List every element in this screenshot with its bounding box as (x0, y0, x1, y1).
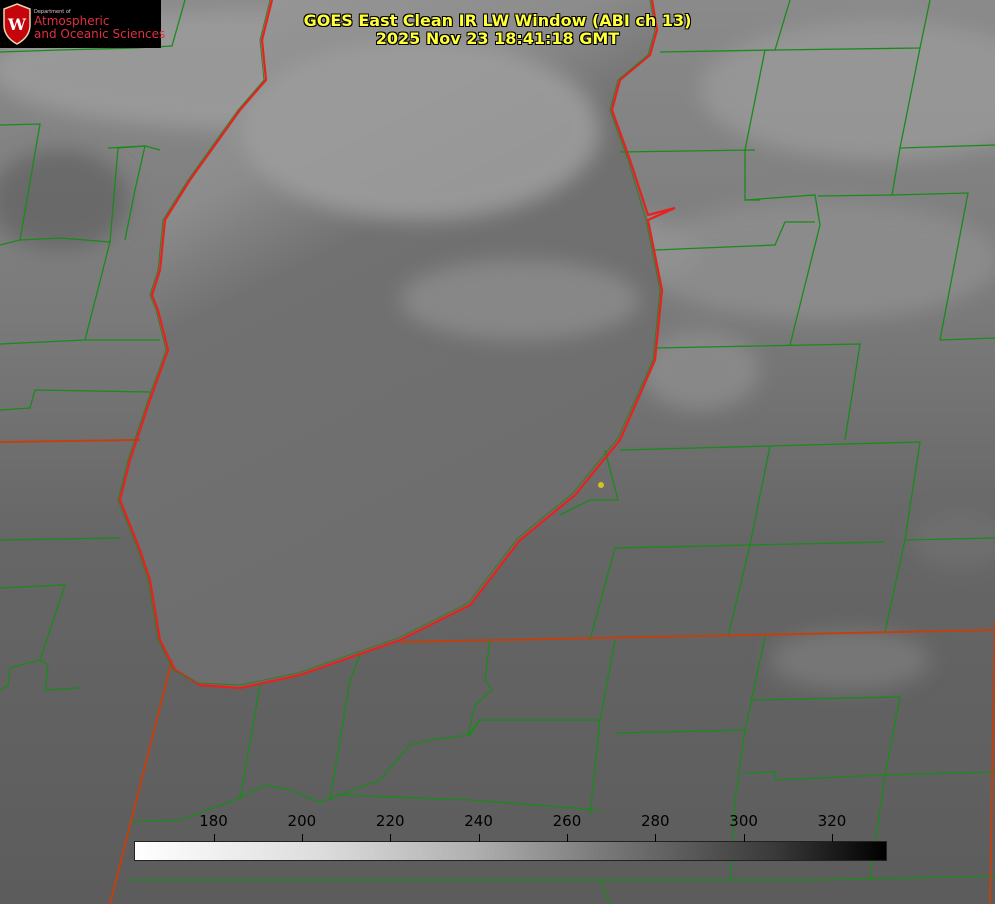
colorbar-gradient (134, 841, 887, 861)
temperature-colorbar: 180 200 220 240 260 280 300 320 (134, 812, 887, 862)
colorbar-tick-mark (831, 834, 833, 842)
location-marker (598, 482, 604, 488)
colorbar-tick-label: 320 (817, 812, 847, 830)
image-timestamp: 2025 Nov 23 18:41:18 GMT (375, 29, 620, 48)
colorbar-tick-mark (566, 834, 568, 842)
colorbar-tick-mark (655, 834, 657, 842)
colorbar-tick-label: 220 (375, 812, 405, 830)
colorbar-tick-label: 260 (552, 812, 582, 830)
colorbar-tick-mark (301, 834, 303, 842)
satellite-map (0, 0, 995, 904)
colorbar-tick-label: 200 (287, 812, 317, 830)
colorbar-tick-label: 280 (640, 812, 670, 830)
colorbar-tick-label: 300 (729, 812, 758, 830)
colorbar-tick-label: 180 (199, 812, 228, 830)
image-title: GOES East Clean IR LW Window (ABI ch 13) (303, 11, 692, 30)
colorbar-tick-label: 240 (464, 812, 493, 830)
colorbar-tick-mark (213, 834, 215, 842)
colorbar-tick-mark (478, 834, 480, 842)
colorbar-tick-mark (390, 834, 392, 842)
colorbar-tick-mark (743, 834, 745, 842)
